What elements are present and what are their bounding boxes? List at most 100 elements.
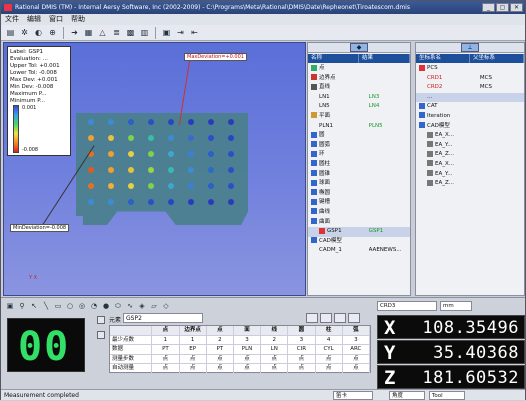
grid-header-cell[interactable] bbox=[110, 326, 153, 335]
tree-row[interactable]: 圆弧 bbox=[308, 141, 410, 151]
point-icon[interactable]: ◇ bbox=[161, 301, 171, 311]
tool-button-4[interactable] bbox=[348, 313, 360, 323]
probe-icon[interactable]: ◐ bbox=[33, 27, 44, 38]
status-dropdown-2[interactable]: 角度 bbox=[389, 391, 425, 400]
plane-icon[interactable]: ▱ bbox=[149, 301, 159, 311]
unit-select[interactable]: mm bbox=[440, 301, 472, 311]
tree-row[interactable]: 圆柱 bbox=[308, 160, 410, 170]
tree-row[interactable]: LN5 LN4 bbox=[308, 102, 410, 112]
tree-row[interactable]: 椭圆 bbox=[308, 189, 410, 199]
tree-row[interactable]: 圆锥 bbox=[308, 170, 410, 180]
surface-icon[interactable]: ◈ bbox=[137, 301, 147, 311]
menu-window[interactable]: 窗口 bbox=[49, 14, 63, 25]
chart-icon[interactable]: ▩ bbox=[125, 27, 136, 38]
minimize-button[interactable]: _ bbox=[482, 3, 495, 12]
tree-row[interactable]: CRD2 MCS bbox=[416, 83, 524, 93]
tree-row[interactable]: GSP1 GSP1 bbox=[308, 227, 410, 237]
tool-button-1[interactable] bbox=[306, 313, 318, 323]
menu-help[interactable]: 帮助 bbox=[71, 14, 85, 25]
tree-row[interactable]: PCS bbox=[416, 64, 524, 74]
curve-icon[interactable]: ∿ bbox=[125, 301, 135, 311]
measure-icon[interactable]: ⊕ bbox=[47, 27, 58, 38]
open-icon[interactable]: ▤ bbox=[5, 27, 16, 38]
report-icon[interactable]: ▥ bbox=[139, 27, 150, 38]
tree-row[interactable]: 环 bbox=[308, 150, 410, 160]
grid-header-cell[interactable]: 面 bbox=[234, 326, 262, 335]
monitor-icon[interactable]: ▣ bbox=[5, 301, 15, 311]
tree-row[interactable]: EA_Z... bbox=[416, 179, 524, 189]
side-button-2[interactable] bbox=[97, 331, 105, 339]
tree-row[interactable]: EA_X... bbox=[416, 160, 524, 170]
column-header-parent[interactable]: 父坐标系 bbox=[470, 54, 524, 63]
tree-row[interactable]: CAD模型 bbox=[308, 237, 410, 247]
cone-icon[interactable]: ◔ bbox=[89, 301, 99, 311]
cylinder-icon[interactable]: ◎ bbox=[77, 301, 87, 311]
tree-row[interactable]: ... bbox=[416, 92, 524, 103]
grid-row[interactable]: 最少点数 1 1 2 3 2 3 4 3 bbox=[110, 335, 370, 346]
grid-header-cell[interactable]: 弧 bbox=[343, 326, 370, 335]
tree-row[interactable]: Iteration bbox=[416, 112, 524, 122]
column-header-coord[interactable]: 坐标系名 bbox=[416, 54, 470, 63]
triangle-icon[interactable]: △ bbox=[97, 27, 108, 38]
side-button-1[interactable] bbox=[97, 316, 105, 324]
tree-row[interactable]: EA_X... bbox=[416, 131, 524, 141]
slot-icon[interactable]: ⬭ bbox=[113, 301, 123, 311]
tool-button-3[interactable] bbox=[334, 313, 346, 323]
feature-panel-tab[interactable]: ◆ bbox=[308, 43, 410, 53]
tree-row[interactable]: EA_Y... bbox=[416, 170, 524, 180]
grid-row[interactable]: 测量步数点点点点点点点点 bbox=[110, 354, 370, 365]
grid-row[interactable]: 数据 PT EP PT PLN LN CIR CYL ARC bbox=[110, 345, 370, 355]
grid-header-cell[interactable]: 点 bbox=[207, 326, 234, 335]
tree-row[interactable]: 圆 bbox=[308, 131, 410, 141]
tree-row[interactable]: 曲线 bbox=[308, 208, 410, 218]
column-header-name[interactable]: 名称 bbox=[308, 54, 359, 63]
column-header-result[interactable]: 结果 bbox=[359, 54, 410, 63]
settings-icon[interactable]: ✲ bbox=[19, 27, 30, 38]
tree-row[interactable]: 曲面 bbox=[308, 218, 410, 228]
coordinate-panel-tab[interactable]: ⟂ bbox=[416, 43, 524, 53]
tree-row[interactable]: 平面 bbox=[308, 112, 410, 122]
arrow-icon[interactable]: ➜ bbox=[69, 27, 80, 38]
tree-row[interactable]: 直线 bbox=[308, 83, 410, 93]
grid-header-cell[interactable]: 圆 bbox=[288, 326, 316, 335]
rect-icon[interactable]: ▭ bbox=[53, 301, 63, 311]
layers-icon[interactable]: ≣ bbox=[111, 27, 122, 38]
tree-row[interactable]: CAT bbox=[416, 102, 524, 112]
tool-button-2[interactable] bbox=[320, 313, 332, 323]
tree-row[interactable]: PLN1 PLN5 bbox=[308, 122, 410, 132]
pointer-icon[interactable]: ↖ bbox=[29, 301, 39, 311]
probe-icon[interactable]: ⚲ bbox=[17, 301, 27, 311]
grid-header-cell[interactable]: 边界点 bbox=[180, 326, 207, 335]
coordinate-system-select[interactable]: CRD3 bbox=[377, 301, 437, 311]
tree-row[interactable]: CRD1 MCS bbox=[416, 74, 524, 84]
grid-row[interactable]: 自动测量点点点点点点点点 bbox=[110, 364, 370, 374]
tree-row[interactable]: LN1 LN3 bbox=[308, 93, 410, 103]
status-dropdown-1[interactable]: 笛卡 bbox=[333, 391, 373, 400]
line-icon[interactable]: ╲ bbox=[41, 301, 51, 311]
maximize-button[interactable]: ▢ bbox=[496, 3, 509, 12]
tree-row[interactable]: 球面 bbox=[308, 179, 410, 189]
sphere-icon[interactable]: ● bbox=[101, 301, 111, 311]
close-button[interactable]: ✕ bbox=[510, 3, 523, 12]
grid-icon[interactable]: ▦ bbox=[83, 27, 94, 38]
grid-header-cell[interactable]: 线 bbox=[261, 326, 289, 335]
tree-row[interactable]: CAD模型 bbox=[416, 122, 524, 132]
tree-row[interactable]: CADM_1 AAENEWS... bbox=[308, 246, 410, 256]
tree-row[interactable]: EA_Y... bbox=[416, 141, 524, 151]
export-icon[interactable]: ⇥ bbox=[175, 27, 186, 38]
feature-grid[interactable]: 点边界点点面线圆柱弧最少点数 1 1 2 3 2 3 4 3 数据 PT EP PT PLN LN CIR CY… bbox=[109, 325, 371, 374]
import-icon[interactable]: ⇤ bbox=[189, 27, 200, 38]
status-dropdown-3[interactable]: Tool bbox=[429, 391, 465, 400]
tree-row[interactable]: 键槽 bbox=[308, 198, 410, 208]
graphics-viewport[interactable]: Label: GSP1 Evaluation: ... Upper Tol: +… bbox=[3, 42, 306, 296]
menu-file[interactable]: 文件 bbox=[5, 14, 19, 25]
tree-row[interactable]: EA_Z... bbox=[416, 150, 524, 160]
menu-edit[interactable]: 编辑 bbox=[27, 14, 41, 25]
save-icon[interactable]: ▣ bbox=[161, 27, 172, 38]
tree-row[interactable]: 点 bbox=[308, 64, 410, 74]
grid-header-cell[interactable]: 点 bbox=[152, 326, 180, 335]
grid-header-cell[interactable]: 柱 bbox=[316, 326, 343, 335]
tree-row[interactable]: 边界点 bbox=[308, 74, 410, 84]
circle-icon[interactable]: ○ bbox=[65, 301, 75, 311]
feature-name-input[interactable]: GSP2 bbox=[123, 313, 203, 323]
